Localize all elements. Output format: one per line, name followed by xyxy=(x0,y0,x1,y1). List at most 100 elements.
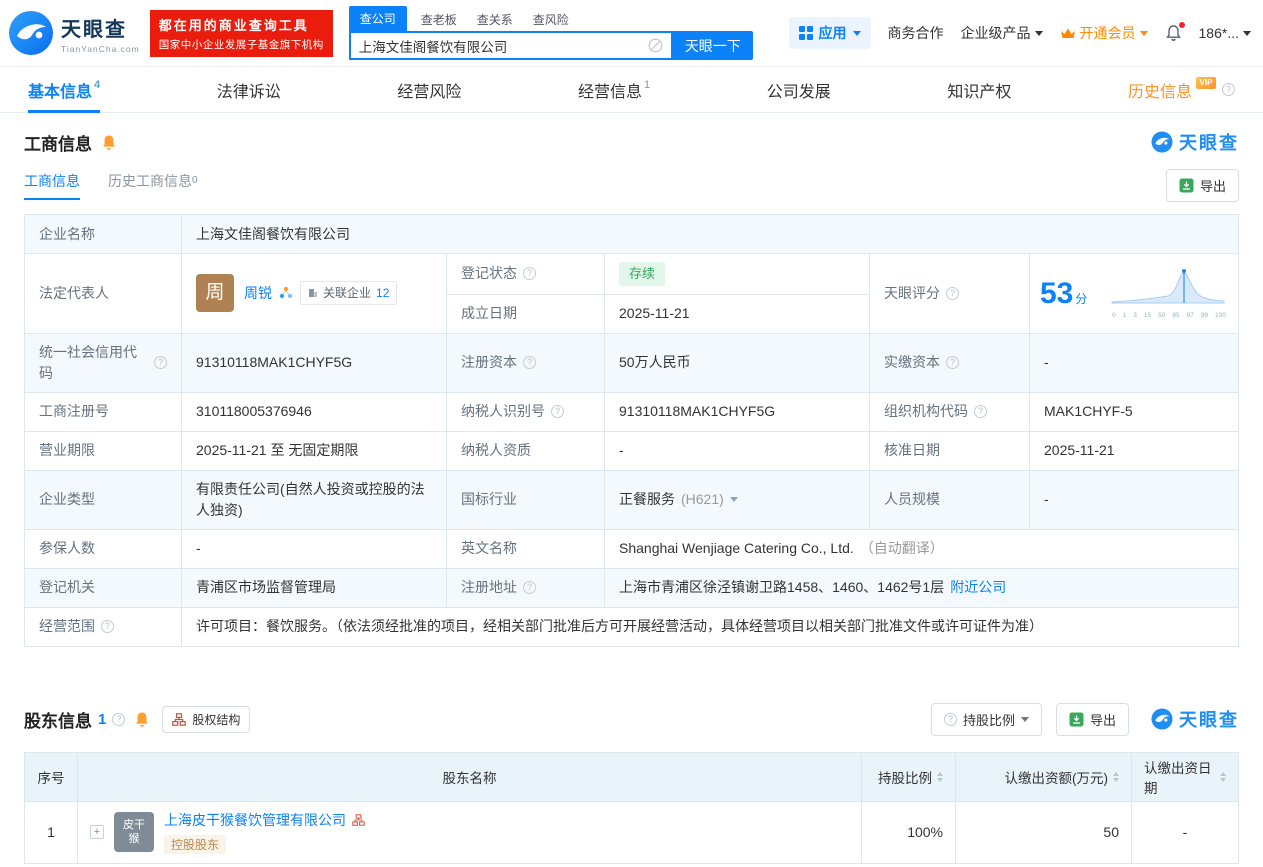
related-companies-tag[interactable]: 关联企业 12 xyxy=(300,281,397,305)
shareholder-amount: 50 xyxy=(956,802,1132,864)
enterprise-label: 企业级产品 xyxy=(961,23,1031,43)
help-icon[interactable]: ? xyxy=(154,356,167,369)
column-header-date[interactable]: 认缴出资日期 xyxy=(1132,753,1239,802)
search-tabs: 查公司 查老板 查关系 查风险 xyxy=(349,6,753,31)
column-header-ratio[interactable]: 持股比例 xyxy=(862,753,956,802)
shareholder-date: - xyxy=(1132,802,1239,864)
subtab-business-info[interactable]: 工商信息 xyxy=(24,171,80,200)
org-code-value: MAK1CHYF-5 xyxy=(1030,393,1239,432)
tab-history-info[interactable]: 历史信息 VIP ? xyxy=(1128,67,1235,112)
approval-date-label: 核准日期 xyxy=(870,432,1030,471)
tab-legal-proceedings[interactable]: 法律诉讼 xyxy=(217,67,281,112)
clear-icon[interactable] xyxy=(648,38,663,53)
industry-code: (H621) xyxy=(681,489,724,510)
legal-rep-name-link[interactable]: 周锐 xyxy=(244,283,272,304)
tab-intellectual-property[interactable]: 知识产权 xyxy=(947,67,1011,112)
search-button[interactable]: 天眼一下 xyxy=(673,31,753,60)
authority-label: 登记机关 xyxy=(25,569,182,608)
shareholder-name-link[interactable]: 上海皮干猴餐饮管理有限公司 xyxy=(164,810,346,830)
logo-brand-text: 天眼查 xyxy=(61,13,140,42)
column-header-index: 序号 xyxy=(25,753,78,802)
help-icon[interactable]: ? xyxy=(523,356,536,369)
export-button-business[interactable]: 导出 xyxy=(1166,169,1239,202)
export-button-shareholders[interactable]: 导出 xyxy=(1056,703,1129,736)
search-tab-company[interactable]: 查公司 xyxy=(349,6,407,31)
shareholders-count: 1 xyxy=(98,711,106,728)
help-icon[interactable]: ? xyxy=(1222,83,1235,96)
business-subtabs: 工商信息 历史工商信息0 导出 xyxy=(24,169,1239,202)
search-tab-relation[interactable]: 查关系 xyxy=(477,8,513,31)
chevron-down-icon[interactable] xyxy=(730,497,738,506)
search-tab-risk[interactable]: 查风险 xyxy=(533,8,569,31)
export-label: 导出 xyxy=(1090,710,1116,729)
shareholder-ratio: 100% xyxy=(862,802,956,864)
sort-icon[interactable] xyxy=(1220,772,1226,782)
expand-row-button[interactable]: + xyxy=(90,825,104,839)
apps-label: 应用 xyxy=(819,23,847,43)
status-badge: 存续 xyxy=(619,262,665,286)
vip-tag: VIP xyxy=(1196,77,1216,89)
subscribe-bell-icon[interactable] xyxy=(101,134,117,151)
watermark-text: 天眼查 xyxy=(1179,706,1239,732)
notification-bell[interactable] xyxy=(1165,24,1182,42)
score-chart-ticks: 0131550859799100 xyxy=(1110,311,1228,321)
menu-business-cooperation[interactable]: 商务合作 xyxy=(888,23,944,43)
legal-rep-cell: 周 周锐 关联企业 12 xyxy=(182,254,447,334)
legal-rep-label: 法定代表人 xyxy=(25,254,182,334)
help-icon[interactable]: ? xyxy=(523,581,536,594)
tab-company-development[interactable]: 公司发展 xyxy=(767,67,831,112)
help-icon[interactable]: ? xyxy=(112,713,125,726)
address-label: 注册地址? xyxy=(447,569,605,608)
nearby-companies-link[interactable]: 附近公司 xyxy=(950,577,1006,598)
auto-translate-note: （自动翻译） xyxy=(860,538,944,559)
shareholder-avatar[interactable]: 皮干 猴 xyxy=(114,812,154,852)
column-header-amount[interactable]: 认缴出资额(万元) xyxy=(956,753,1132,802)
tab-operating-info[interactable]: 经营信息 1 xyxy=(578,67,650,112)
score-chart[interactable]: 0131550859799100 xyxy=(1110,265,1228,321)
user-account[interactable]: 186*... xyxy=(1199,25,1251,41)
search-tab-boss[interactable]: 查老板 xyxy=(421,8,457,31)
help-icon[interactable]: ? xyxy=(946,287,959,300)
help-icon[interactable]: ? xyxy=(101,620,114,633)
staff-value: - xyxy=(1030,471,1239,530)
sort-icon[interactable] xyxy=(937,772,943,782)
business-info-table: 企业名称 上海文佳阁餐饮有限公司 法定代表人 周 周锐 关联企业 12 xyxy=(24,214,1239,647)
reg-no-value: 310118005376946 xyxy=(182,393,447,432)
help-icon[interactable]: ? xyxy=(974,405,987,418)
help-icon[interactable]: ? xyxy=(551,405,564,418)
tab-badge: 1 xyxy=(644,79,650,91)
search-area: 查公司 查老板 查关系 查风险 天眼一下 xyxy=(349,6,753,60)
company-type-value: 有限责任公司(自然人投资或控股的法人独资) xyxy=(182,471,447,530)
subtab-history-business-info[interactable]: 历史工商信息0 xyxy=(108,171,198,200)
menu-enterprise-products[interactable]: 企业级产品 xyxy=(961,23,1043,43)
header-menu: 应用 商务合作 企业级产品 开通会员 186*... xyxy=(789,17,1251,49)
sort-icon[interactable] xyxy=(1113,772,1119,782)
top-header: 天眼查 TianYanCha.com 都在用的商业查询工具 国家中小企业发展子基… xyxy=(0,0,1263,66)
section-title: 工商信息 xyxy=(24,130,92,155)
tab-basic-info[interactable]: 基本信息 4 xyxy=(28,67,100,112)
tab-operational-risk[interactable]: 经营风险 xyxy=(397,67,461,112)
help-icon[interactable]: ? xyxy=(523,267,536,280)
help-icon[interactable]: ? xyxy=(946,356,959,369)
legal-rep-avatar[interactable]: 周 xyxy=(196,274,234,312)
tab-label: 历史信息 xyxy=(1128,78,1192,102)
related-label: 关联企业 xyxy=(323,284,371,302)
holding-ratio-filter[interactable]: ? 持股比例 xyxy=(931,703,1042,736)
reg-no-label: 工商注册号 xyxy=(25,393,182,432)
tianyancha-logo[interactable]: 天眼查 TianYanCha.com xyxy=(8,10,140,56)
term-value: 2025-11-21 至 无固定期限 xyxy=(182,432,447,471)
export-icon xyxy=(1069,712,1084,727)
org-chart-icon[interactable] xyxy=(352,814,365,826)
tax-quality-value: - xyxy=(605,432,870,471)
reg-capital-value: 50万人民币 xyxy=(605,334,870,393)
subscribe-bell-icon[interactable] xyxy=(134,711,150,728)
score-value: 53 xyxy=(1040,271,1073,316)
tianyancha-watermark-icon xyxy=(1151,708,1173,730)
search-input[interactable] xyxy=(351,38,648,53)
equity-structure-button[interactable]: 股权结构 xyxy=(162,706,250,733)
menu-open-vip[interactable]: 开通会员 xyxy=(1060,23,1148,43)
apps-button[interactable]: 应用 xyxy=(789,17,871,49)
promo-banner: 都在用的商业查询工具 国家中小企业发展子基金旗下机构 xyxy=(150,10,333,57)
relation-graph-icon[interactable] xyxy=(279,286,293,300)
credit-code-value: 91310118MAK1CHYF5G xyxy=(182,334,447,393)
